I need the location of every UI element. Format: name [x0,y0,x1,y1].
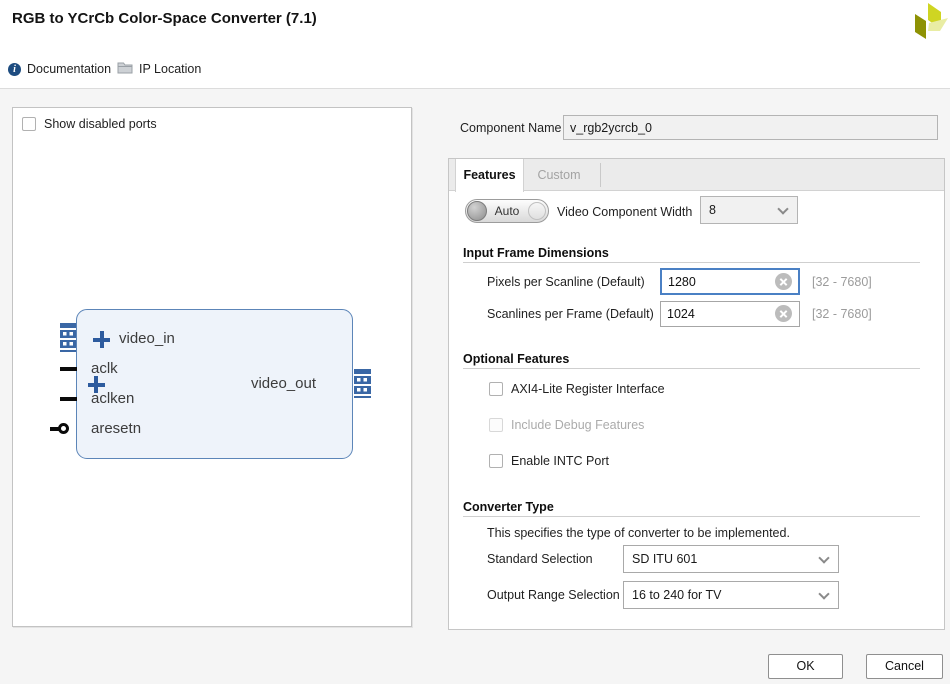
aresetn-active-low-icon [58,423,69,434]
chevron-down-icon [777,203,788,214]
video-in-expand-icon[interactable] [93,331,110,348]
block-diagram-panel: Show disabled ports video_in aclk aclken… [12,107,412,627]
page-title: RGB to YCrCb Color-Space Converter (7.1) [12,10,317,27]
optional-features-heading: Optional Features [463,352,569,366]
converter-type-description: This specifies the type of converter to … [487,526,790,540]
video-component-width-select[interactable]: 8 [700,196,798,224]
output-range-selection-value: 16 to 240 for TV [632,582,721,608]
aclken-pin-stub [60,397,77,401]
port-video-in[interactable]: video_in [119,329,175,349]
converter-type-heading: Converter Type [463,500,554,514]
enable-intc-label: Enable INTC Port [511,454,609,468]
axi4-lite-checkbox[interactable] [489,382,503,396]
ip-location-link[interactable]: IP Location [117,61,201,77]
info-icon: i [8,63,21,76]
pixels-per-scanline-range: [32 - 7680] [812,275,872,289]
standard-selection-select[interactable]: SD ITU 601 [623,545,839,573]
video-component-width-label: Video Component Width [557,205,692,219]
aclk-pin-stub [60,367,77,371]
standard-selection-label: Standard Selection [487,552,593,566]
show-disabled-ports-checkbox[interactable] [22,117,36,131]
auto-toggle[interactable]: Auto [465,199,549,223]
port-video-out[interactable]: video_out [251,374,316,394]
component-name-input[interactable] [563,115,938,140]
video-in-bus-icon[interactable] [60,323,77,355]
folder-icon [117,61,133,77]
pixels-per-scanline-label: Pixels per Scanline (Default) [487,275,645,289]
tab-strip: Features Custom [449,159,944,191]
documentation-label: Documentation [27,62,111,76]
video-out-bus-icon[interactable] [354,369,371,401]
clear-input-icon[interactable] [775,273,792,290]
input-frame-dimensions-heading: Input Frame Dimensions [463,246,609,260]
tab-features[interactable]: Features [455,159,524,192]
include-debug-checkbox [489,418,503,432]
documentation-link[interactable]: i Documentation [8,61,111,77]
output-range-selection-label: Output Range Selection [487,588,620,602]
cancel-button[interactable]: Cancel [866,654,943,679]
port-aresetn[interactable]: aresetn [91,419,141,439]
show-disabled-ports-label: Show disabled ports [44,117,157,131]
ip-location-label: IP Location [139,62,201,76]
chevron-down-icon [818,552,829,563]
video-out-expand-icon[interactable] [88,376,105,393]
tab-custom[interactable]: Custom [525,159,593,191]
auto-toggle-label: Auto [466,200,548,222]
axi4-lite-label: AXI4-Lite Register Interface [511,382,665,396]
enable-intc-checkbox[interactable] [489,454,503,468]
section-divider [463,516,920,517]
scanlines-per-frame-range: [32 - 7680] [812,307,872,321]
scanlines-per-frame-label: Scanlines per Frame (Default) [487,307,654,321]
xilinx-logo-icon [898,2,948,45]
section-divider [463,262,920,263]
clear-input-icon[interactable] [775,305,792,322]
section-divider [463,368,920,369]
include-debug-label: Include Debug Features [511,418,644,432]
output-range-selection-select[interactable]: 16 to 240 for TV [623,581,839,609]
dialog-header: RGB to YCrCb Color-Space Converter (7.1)… [0,0,950,89]
component-name-label: Component Name [460,121,561,135]
video-component-width-value: 8 [709,197,716,223]
tab-separator [600,163,601,187]
chevron-down-icon [818,588,829,599]
ip-block[interactable]: video_in aclk aclken aresetn video_out [76,309,353,459]
standard-selection-value: SD ITU 601 [632,546,697,572]
ok-button[interactable]: OK [768,654,843,679]
